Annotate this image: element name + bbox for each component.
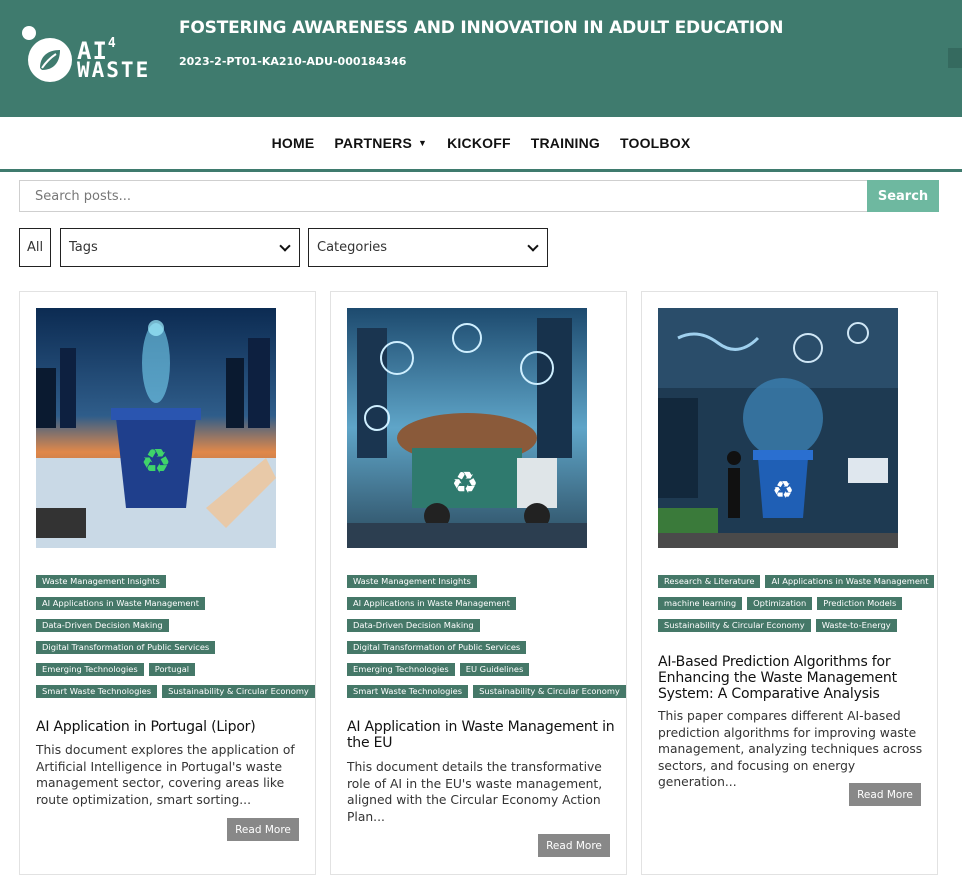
caret-down-icon: ▼: [418, 138, 428, 148]
post-card: ♻ Waste Management Insights AI Applicati…: [19, 291, 316, 875]
tag[interactable]: Smart Waste Technologies: [347, 685, 469, 698]
tag[interactable]: AI Applications in Waste Management: [765, 575, 935, 588]
post-description: This paper compares different AI-based p…: [658, 709, 923, 789]
tag[interactable]: EU Guidelines: [459, 663, 530, 676]
post-tags: Waste Management Insights AI Application…: [347, 575, 626, 707]
post-card: ♻ Waste Management Insights AI Applicati…: [330, 291, 627, 875]
post-image[interactable]: ♻: [658, 308, 898, 548]
project-code: 2023-2-PT01-KA210-ADU-000184346: [179, 55, 407, 68]
tag[interactable]: Emerging Technologies: [36, 663, 144, 676]
nav-label: TRAINING: [530, 135, 600, 151]
post-title[interactable]: AI Application in Portugal (Lipor): [36, 719, 306, 735]
leaf-icon: [28, 38, 72, 82]
tag[interactable]: machine learning: [658, 597, 743, 610]
nav-label: TOOLBOX: [620, 135, 691, 151]
site-header: AI4 WASTE FOSTERING AWARENESS AND INNOVA…: [0, 0, 962, 117]
nav-label: KICKOFF: [447, 135, 511, 151]
site-logo[interactable]: AI4 WASTE: [22, 26, 162, 86]
tag[interactable]: AI Applications in Waste Management: [36, 597, 206, 610]
nav-label: HOME: [271, 135, 315, 151]
tag[interactable]: Prediction Models: [817, 597, 903, 610]
tag[interactable]: Research & Literature: [658, 575, 761, 588]
filter-all-label: All: [26, 240, 44, 255]
search-button[interactable]: Search: [867, 180, 939, 212]
site-title: FOSTERING AWARENESS AND INNOVATION IN AD…: [179, 18, 784, 38]
tag[interactable]: Sustainability & Circular Economy: [658, 619, 811, 632]
tag[interactable]: Emerging Technologies: [347, 663, 455, 676]
tag[interactable]: Data-Driven Decision Making: [347, 619, 480, 632]
svg-text:♻: ♻: [141, 442, 171, 482]
nav-item-partners[interactable]: PARTNERS ▼: [324, 135, 437, 151]
svg-text:♻: ♻: [772, 476, 794, 504]
nav-item-training[interactable]: TRAINING: [521, 135, 610, 151]
tag[interactable]: Smart Waste Technologies: [36, 685, 158, 698]
tags-select-label: Tags: [69, 240, 98, 255]
post-description: This document explores the application o…: [36, 743, 295, 807]
post-image[interactable]: ♻: [347, 308, 587, 548]
categories-select[interactable]: Categories: [308, 228, 548, 267]
categories-select-label: Categories: [317, 240, 388, 255]
post-card: ♻ Research & Literature AI Applications i…: [641, 291, 938, 875]
chevron-down-icon: [527, 240, 539, 252]
read-more-button[interactable]: Read More: [849, 783, 921, 806]
tag[interactable]: Digital Transformation of Public Service…: [36, 641, 216, 654]
post-description: This document details the transformative…: [347, 760, 603, 824]
nav-label: PARTNERS: [334, 135, 412, 151]
tag[interactable]: Sustainability & Circular Economy: [162, 685, 315, 698]
logo-text-waste: WASTE: [77, 58, 151, 82]
read-more-button[interactable]: Read More: [227, 818, 299, 841]
post-title[interactable]: AI Application in Waste Management in th…: [347, 719, 617, 751]
search-input[interactable]: [19, 180, 868, 212]
read-more-button[interactable]: Read More: [538, 834, 610, 857]
nav-item-home[interactable]: HOME: [262, 135, 325, 151]
tags-select[interactable]: Tags: [60, 228, 300, 267]
tag[interactable]: Optimization: [747, 597, 813, 610]
tag[interactable]: Waste Management Insights: [36, 575, 166, 588]
tag[interactable]: Sustainability & Circular Economy: [473, 685, 626, 698]
tag[interactable]: Waste-to-Energy: [815, 619, 897, 632]
side-toggle-button[interactable]: [948, 48, 962, 68]
logo-dot: [22, 26, 36, 40]
nav-item-toolbox[interactable]: TOOLBOX: [610, 135, 700, 151]
nav-item-kickoff[interactable]: KICKOFF: [437, 135, 521, 151]
tag[interactable]: Digital Transformation of Public Service…: [347, 641, 527, 654]
post-tags: Research & Literature AI Applications in …: [658, 575, 935, 641]
tag[interactable]: Waste Management Insights: [347, 575, 477, 588]
chevron-down-icon: [279, 240, 291, 252]
tag[interactable]: Portugal: [148, 663, 196, 676]
post-image[interactable]: ♻: [36, 308, 276, 548]
main-nav: HOME PARTNERS ▼ KICKOFF TRAINING TOOLBOX: [0, 117, 962, 169]
nav-divider: [0, 169, 962, 172]
tag[interactable]: Data-Driven Decision Making: [36, 619, 169, 632]
tag[interactable]: AI Applications in Waste Management: [347, 597, 517, 610]
post-tags: Waste Management Insights AI Application…: [36, 575, 315, 707]
svg-text:♻: ♻: [452, 466, 479, 501]
post-title[interactable]: AI-Based Prediction Algorithms for Enhan…: [658, 654, 928, 702]
filter-all-button[interactable]: All: [19, 228, 51, 267]
